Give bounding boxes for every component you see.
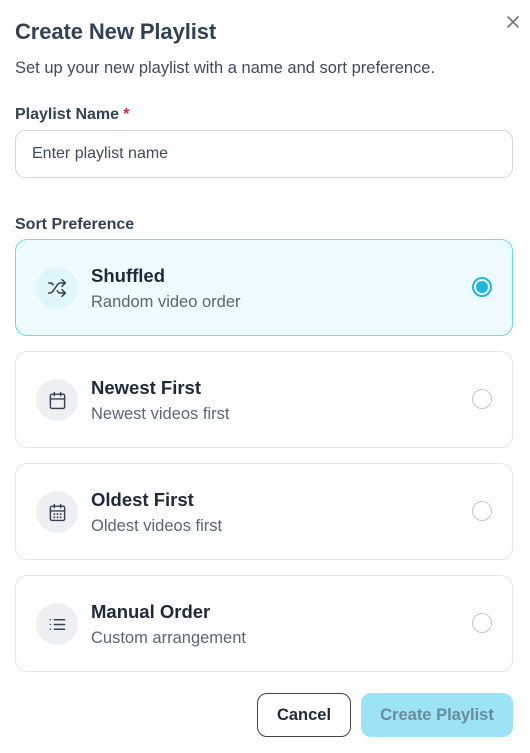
playlist-name-label: Playlist Name * bbox=[15, 106, 129, 124]
close-button[interactable] bbox=[503, 12, 523, 32]
radio-button-manual[interactable] bbox=[472, 613, 492, 633]
playlist-name-label-text: Playlist Name bbox=[15, 106, 120, 123]
radio-button-oldest[interactable] bbox=[472, 501, 492, 521]
playlist-name-input[interactable] bbox=[15, 130, 513, 178]
close-icon bbox=[507, 16, 519, 28]
sort-option-oldest[interactable]: Oldest First Oldest videos first bbox=[15, 463, 513, 560]
dialog-title: Create New Playlist bbox=[15, 19, 217, 44]
sort-option-title: Shuffled bbox=[91, 265, 165, 286]
sort-option-newest[interactable]: Newest First Newest videos first bbox=[15, 351, 513, 448]
sort-option-shuffled[interactable]: Shuffled Random video order bbox=[15, 239, 513, 336]
sort-option-description: Custom arrangement bbox=[91, 629, 246, 647]
shuffle-icon bbox=[36, 267, 78, 309]
create-playlist-button[interactable]: Create Playlist bbox=[361, 693, 513, 737]
radio-button-newest[interactable] bbox=[472, 389, 492, 409]
list-icon bbox=[36, 603, 78, 645]
required-asterisk: * bbox=[123, 106, 130, 123]
dialog-subtitle: Set up your new playlist with a name and… bbox=[15, 59, 436, 77]
calendar-icon bbox=[36, 379, 78, 421]
create-playlist-dialog: Create New Playlist Set up your new play… bbox=[0, 0, 530, 753]
sort-option-title: Manual Order bbox=[91, 601, 211, 622]
cancel-button[interactable]: Cancel bbox=[257, 693, 351, 737]
sort-option-description: Random video order bbox=[91, 293, 241, 311]
radio-button-shuffled[interactable] bbox=[472, 277, 492, 297]
sort-preference-label: Sort Preference bbox=[15, 216, 135, 233]
sort-option-title: Oldest First bbox=[91, 489, 194, 510]
sort-option-description: Oldest videos first bbox=[91, 517, 223, 535]
sort-option-manual[interactable]: Manual Order Custom arrangement bbox=[15, 575, 513, 672]
sort-option-description: Newest videos first bbox=[91, 405, 230, 423]
calendar-days-icon bbox=[36, 491, 78, 533]
sort-option-title: Newest First bbox=[91, 377, 202, 398]
